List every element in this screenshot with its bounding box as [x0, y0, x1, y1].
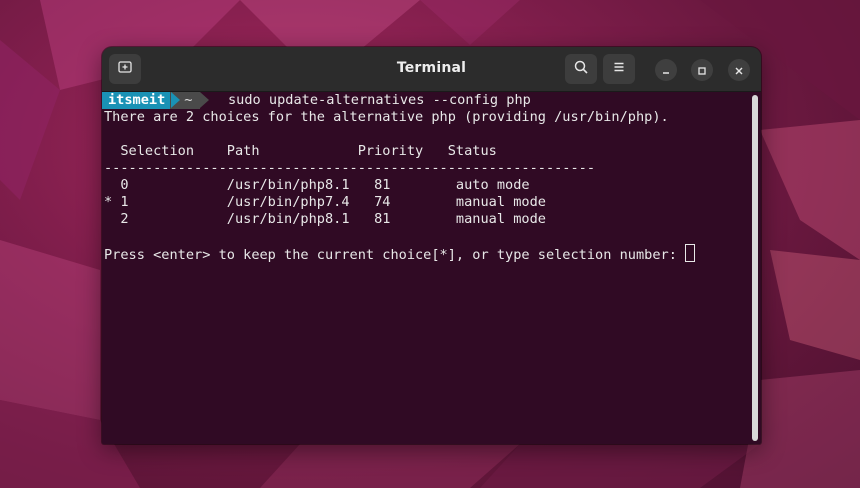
shell-prompt: itsmeit ~: [102, 92, 210, 109]
prompt-dir: ~: [184, 92, 193, 108]
search-icon: [573, 59, 589, 79]
command-text: sudo update-alternatives --config php: [228, 92, 531, 108]
close-button[interactable]: [728, 59, 750, 81]
prompt-user-segment: itsmeit: [102, 92, 181, 109]
scrollbar[interactable]: [752, 95, 758, 441]
titlebar: Terminal: [102, 47, 761, 92]
table-header: Selection Path Priority Status: [104, 143, 497, 159]
selection-question: Press <enter> to keep the current choice…: [104, 244, 696, 264]
table-row: * 1 /usr/bin/php7.4 74 manual mode: [104, 194, 546, 210]
question-text: Press <enter> to keep the current choice…: [104, 247, 686, 263]
search-button[interactable]: [565, 54, 597, 84]
text-cursor: [685, 244, 696, 262]
table-separator: ----------------------------------------…: [104, 160, 596, 176]
maximize-icon: [697, 61, 707, 80]
terminal-output[interactable]: itsmeit ~ sudo update-alternatives --con…: [102, 92, 761, 444]
minimize-button[interactable]: [655, 59, 677, 81]
close-icon: [734, 61, 744, 80]
menu-button[interactable]: [603, 54, 635, 84]
minimize-icon: [661, 61, 671, 80]
prompt-user: itsmeit: [108, 92, 166, 108]
table-row: 0 /usr/bin/php8.1 81 auto mode: [104, 177, 530, 193]
output-choices-line: There are 2 choices for the alternative …: [104, 109, 669, 125]
hamburger-menu-icon: [611, 59, 627, 79]
maximize-button[interactable]: [691, 59, 713, 81]
table-row: 2 /usr/bin/php8.1 81 manual mode: [104, 211, 546, 227]
terminal-window: Terminal itsmeit ~ sudo update-alternati…: [102, 47, 761, 444]
